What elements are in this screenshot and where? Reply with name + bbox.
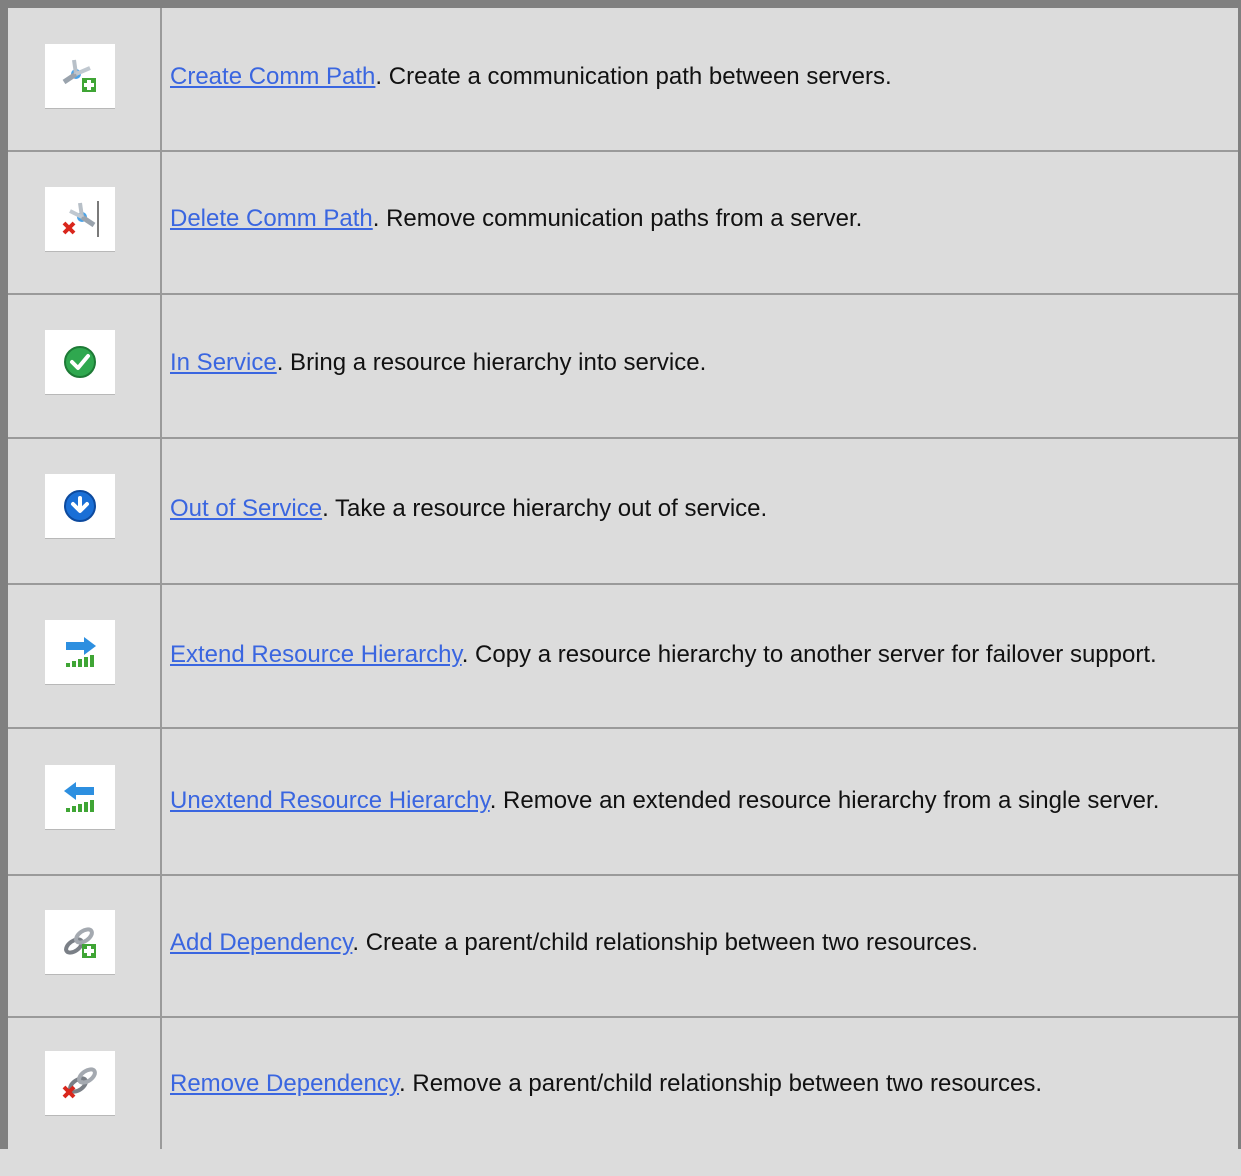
delete-comm-path-icon — [45, 187, 115, 252]
add-dependency-link[interactable]: Add Dependency — [170, 929, 352, 956]
row-description: Add Dependency. Create a parent/child re… — [170, 928, 978, 958]
in-service-link[interactable]: In Service — [170, 349, 277, 376]
table-row: Remove Dependency. Remove a parent/child… — [8, 1016, 1238, 1176]
unextend-hierarchy-icon — [45, 765, 115, 830]
row-text: . Remove an extended resource hierarchy … — [489, 787, 1160, 814]
table-row: Delete Comm Path. Remove communication p… — [8, 150, 1238, 295]
extend-hierarchy-link[interactable]: Extend Resource Hierarchy — [170, 641, 462, 668]
row-text: . Copy a resource hierarchy to another s… — [461, 641, 1157, 668]
create-comm-path-icon — [45, 44, 115, 109]
row-description: Out of Service. Take a resource hierarch… — [170, 494, 767, 524]
in-service-icon — [45, 330, 115, 395]
table-row: Out of Service. Take a resource hierarch… — [8, 437, 1238, 585]
unextend-hierarchy-link[interactable]: Unextend Resource Hierarchy — [170, 787, 490, 814]
out-of-service-icon — [45, 474, 115, 539]
remove-dependency-link[interactable]: Remove Dependency — [170, 1070, 399, 1097]
create-comm-path-link[interactable]: Create Comm Path — [170, 63, 375, 90]
delete-comm-path-link[interactable]: Delete Comm Path — [170, 205, 373, 232]
row-text: . Take a resource hierarchy out of servi… — [322, 495, 768, 522]
table-row: Add Dependency. Create a parent/child re… — [8, 874, 1238, 1018]
row-text: . Remove a parent/child relationship bet… — [399, 1070, 1043, 1097]
table-row: Unextend Resource Hierarchy. Remove an e… — [8, 727, 1238, 876]
column-divider — [160, 8, 162, 1149]
row-text: . Create a parent/child relationship bet… — [352, 929, 979, 956]
remove-dependency-icon — [45, 1051, 115, 1116]
row-text: . Create a communication path between se… — [375, 63, 892, 90]
row-text: . Remove communication paths from a serv… — [372, 205, 863, 232]
row-description: Create Comm Path. Create a communication… — [170, 62, 892, 92]
row-description: Extend Resource Hierarchy. Copy a resour… — [170, 640, 1157, 670]
row-description: Delete Comm Path. Remove communication p… — [170, 204, 862, 234]
extend-hierarchy-icon — [45, 620, 115, 685]
actions-table: Create Comm Path. Create a communication… — [0, 0, 1241, 1149]
table-row: In Service. Bring a resource hierarchy i… — [8, 293, 1238, 439]
out-of-service-link[interactable]: Out of Service — [170, 495, 322, 522]
row-description: In Service. Bring a resource hierarchy i… — [170, 348, 706, 378]
row-description: Unextend Resource Hierarchy. Remove an e… — [170, 786, 1159, 816]
add-dependency-icon — [45, 910, 115, 975]
row-description: Remove Dependency. Remove a parent/child… — [170, 1069, 1042, 1099]
table-row: Create Comm Path. Create a communication… — [8, 8, 1238, 152]
row-text: . Bring a resource hierarchy into servic… — [276, 349, 707, 376]
table-row: Extend Resource Hierarchy. Copy a resour… — [8, 583, 1238, 729]
